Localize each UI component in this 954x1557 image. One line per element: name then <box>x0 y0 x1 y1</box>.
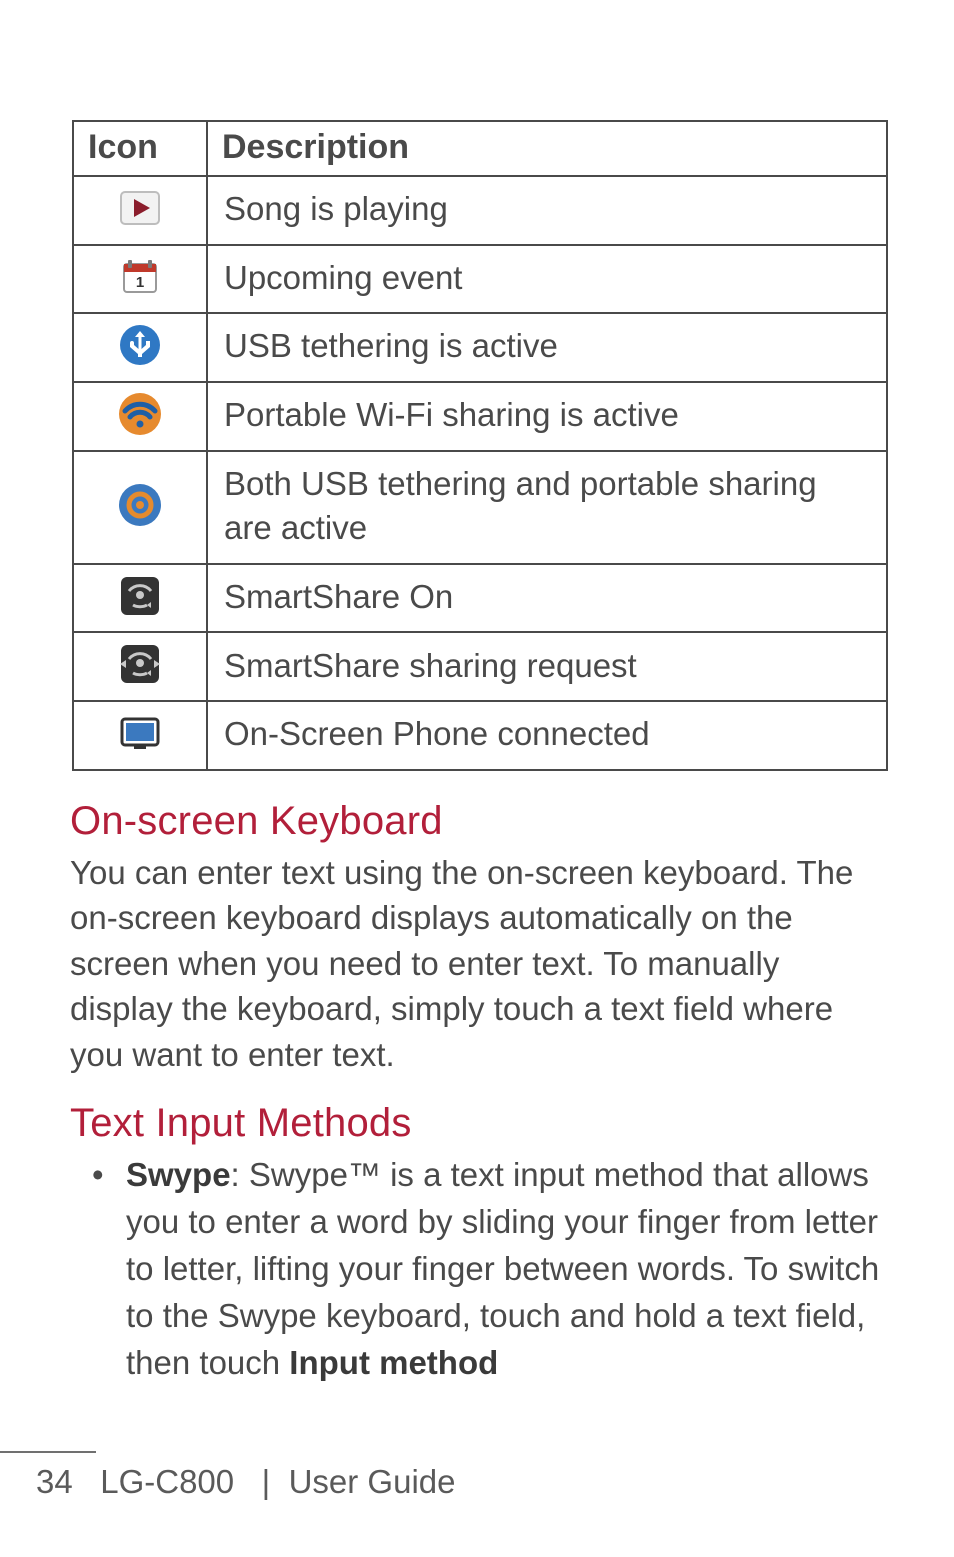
onscreen-phone-icon <box>120 715 160 751</box>
footer-divider: | <box>262 1463 271 1500</box>
model-name: LG-C800 <box>100 1463 234 1500</box>
table-row: On-Screen Phone connected <box>73 701 887 770</box>
table-row: 1 Upcoming event <box>73 245 887 314</box>
table-header-description: Description <box>207 121 887 176</box>
list-item: • Swype: Swype™ is a text input method t… <box>126 1152 890 1386</box>
table-row: Portable Wi-Fi sharing is active <box>73 382 887 451</box>
svg-text:1: 1 <box>136 274 144 291</box>
table-row: Both USB tethering and portable sharing … <box>73 451 887 564</box>
page-number: 34 <box>36 1463 73 1500</box>
description-cell: On-Screen Phone connected <box>207 701 887 770</box>
keyboard-body-text: You can enter text using the on-screen k… <box>70 850 890 1078</box>
usb-tether-icon <box>118 323 162 367</box>
swype-label: Swype <box>126 1156 231 1193</box>
table-row: SmartShare On <box>73 564 887 633</box>
page-footer: 34 LG-C800 | User Guide <box>0 1451 954 1501</box>
description-cell: Portable Wi-Fi sharing is active <box>207 382 887 451</box>
smartshare-icon <box>119 575 161 617</box>
section-heading-input: Text Input Methods <box>70 1101 890 1146</box>
description-cell: USB tethering is active <box>207 313 887 382</box>
both-share-icon <box>117 482 163 528</box>
table-row: Song is playing <box>73 176 887 245</box>
description-cell: SmartShare sharing request <box>207 632 887 701</box>
swype-body: : Swype™ is a text input method that all… <box>126 1156 879 1380</box>
description-cell: SmartShare On <box>207 564 887 633</box>
calendar-icon: 1 <box>122 258 158 294</box>
play-icon <box>120 191 160 225</box>
description-cell: Upcoming event <box>207 245 887 314</box>
section-heading-keyboard: On-screen Keyboard <box>70 799 890 844</box>
swype-input-method-label: Input method <box>289 1344 498 1381</box>
icon-description-table: Icon Description Song is playing <box>72 120 888 771</box>
table-row: SmartShare sharing request <box>73 632 887 701</box>
footer-rule <box>0 1451 96 1453</box>
wifi-share-icon <box>117 391 163 437</box>
guide-label: User Guide <box>289 1463 456 1500</box>
table-header-icon: Icon <box>73 121 207 176</box>
table-row: USB tethering is active <box>73 313 887 382</box>
smartshare-req-icon <box>117 641 163 687</box>
bullet-dot: • <box>92 1152 104 1199</box>
description-cell: Both USB tethering and portable sharing … <box>207 451 887 564</box>
description-cell: Song is playing <box>207 176 887 245</box>
